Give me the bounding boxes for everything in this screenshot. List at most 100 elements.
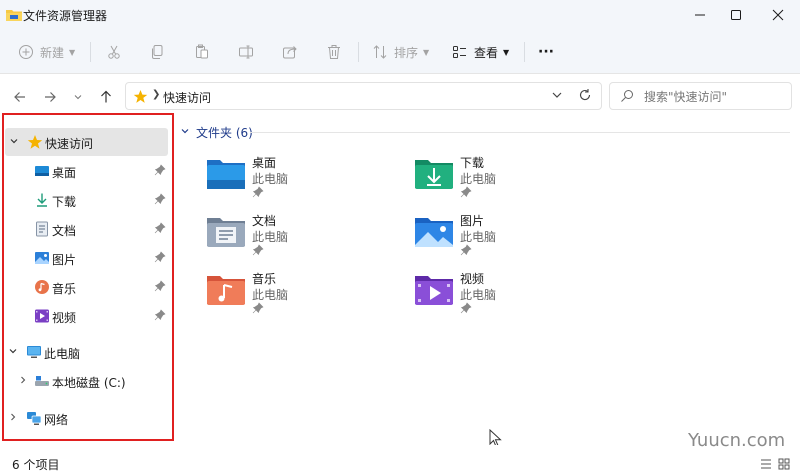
folder-location: 此电脑 [460,172,497,186]
watermark-text: Yuucn.com [688,430,786,451]
trash-icon [328,45,340,59]
pin-icon[interactable] [154,222,166,234]
folder-tile-documents[interactable]: 文档 此电脑 [206,214,386,266]
pin-icon[interactable] [154,251,166,263]
documents-folder-icon [207,218,245,247]
video-icon [35,309,49,323]
sidebar-item-music[interactable]: 音乐 [4,273,172,301]
paste-icon [196,44,208,59]
sidebar-item-videos[interactable]: 视频 [4,302,172,330]
share-button[interactable] [282,41,298,63]
chevron-right-icon[interactable] [8,412,20,425]
folder-name: 音乐 [252,272,277,286]
view-toggle[interactable] [760,458,796,470]
chevron-down-icon[interactable] [8,346,20,359]
scissors-icon [108,45,120,59]
sidebar-item-quick-access[interactable]: 快速访问 [5,128,168,156]
sidebar-item-this-pc[interactable]: 此电脑 [4,338,172,366]
pin-icon [460,244,472,256]
sidebar-item-label: 文档 [52,224,77,238]
sidebar-item-label: 此电脑 [44,347,81,361]
group-divider [250,132,790,133]
back-button[interactable] [9,86,31,108]
sidebar-item-network[interactable]: 网络 [4,404,172,432]
more-options-button[interactable]: ··· [538,41,554,63]
star-icon [27,135,43,149]
chevron-down-icon [552,92,562,98]
sidebar-item-label: 快速访问 [45,137,94,151]
folder-tile-pictures[interactable]: 图片 此电脑 [414,214,594,266]
toolbar-divider [90,42,91,62]
folder-location: 此电脑 [252,288,289,302]
more-icon: ··· [538,44,554,60]
sidebar-item-label: 图片 [52,253,77,267]
search-box[interactable] [609,82,792,110]
share-icon [283,46,297,59]
details-view-icon[interactable] [760,458,772,470]
pin-icon[interactable] [154,280,166,292]
folder-tile-desktop[interactable]: 桌面 此电脑 [206,156,386,208]
up-button[interactable] [95,86,117,108]
new-button[interactable]: 新建 ▼ [18,41,75,63]
item-count: 6 个项目 [12,458,60,472]
view-icon [453,46,466,58]
address-dropdown-button[interactable] [550,88,564,105]
forward-button[interactable] [39,86,61,108]
maximize-button[interactable] [716,0,756,30]
music-folder-icon [207,276,245,305]
minimize-button[interactable] [680,0,720,30]
delete-button[interactable] [326,41,342,63]
arrow-left-icon [14,92,25,102]
view-button[interactable]: 查看 ▼ [452,41,509,63]
pin-icon[interactable] [154,193,166,205]
folder-location: 此电脑 [252,172,289,186]
sidebar-item-desktop[interactable]: 桌面 [4,157,172,185]
rename-button[interactable] [238,41,254,63]
refresh-button[interactable] [578,88,592,105]
new-label: 新建 [40,45,65,60]
sidebar-item-label: 本地磁盘 (C:) [52,376,126,390]
sidebar-item-label: 视频 [52,311,77,325]
navigation-bar: ❯ 快速访问 [0,74,800,118]
sidebar-item-downloads[interactable]: 下载 [4,186,172,214]
folder-name: 文档 [252,214,277,228]
folder-name: 下载 [460,156,485,170]
search-icon [621,90,633,102]
recent-locations-button[interactable] [68,86,88,108]
window-title: 文件资源管理器 [23,9,108,23]
cut-button[interactable] [106,41,122,63]
search-input[interactable] [644,87,784,107]
folder-name: 视频 [460,272,485,286]
pin-icon [252,186,264,198]
chevron-right-icon[interactable] [18,375,30,388]
title-bar: 文件资源管理器 [0,0,800,30]
arrow-up-icon [101,90,111,103]
chevron-down-icon [74,95,82,100]
pin-icon[interactable] [154,164,166,176]
copy-icon [152,45,163,59]
pin-icon [252,244,264,256]
folder-tile-videos[interactable]: 视频 此电脑 [414,272,594,324]
copy-button[interactable] [150,41,166,63]
desktop-folder-icon [207,160,245,189]
folder-tile-downloads[interactable]: 下载 此电脑 [414,156,594,208]
sidebar-item-pictures[interactable]: 图片 [4,244,172,272]
chevron-right-icon: ❯ [152,89,161,100]
pin-icon[interactable] [154,309,166,321]
folder-name: 图片 [460,214,485,228]
paste-button[interactable] [194,41,210,63]
sort-button[interactable]: 排序 ▼ [372,41,429,63]
folder-tile-music[interactable]: 音乐 此电脑 [206,272,386,324]
close-button[interactable] [758,0,798,30]
sidebar-item-local-disk[interactable]: 本地磁盘 (C:) [4,367,172,395]
folders-group-header[interactable]: 文件夹 (6) [180,124,253,140]
music-icon [35,280,49,294]
sidebar-item-label: 网络 [44,413,69,427]
tiles-view-icon[interactable] [778,458,790,470]
sidebar-item-documents[interactable]: 文档 [4,215,172,243]
address-bar[interactable]: ❯ 快速访问 [125,82,602,110]
download-icon [37,193,47,207]
document-icon [36,221,48,237]
desktop-icon [35,166,49,176]
chevron-down-icon[interactable] [9,136,21,149]
